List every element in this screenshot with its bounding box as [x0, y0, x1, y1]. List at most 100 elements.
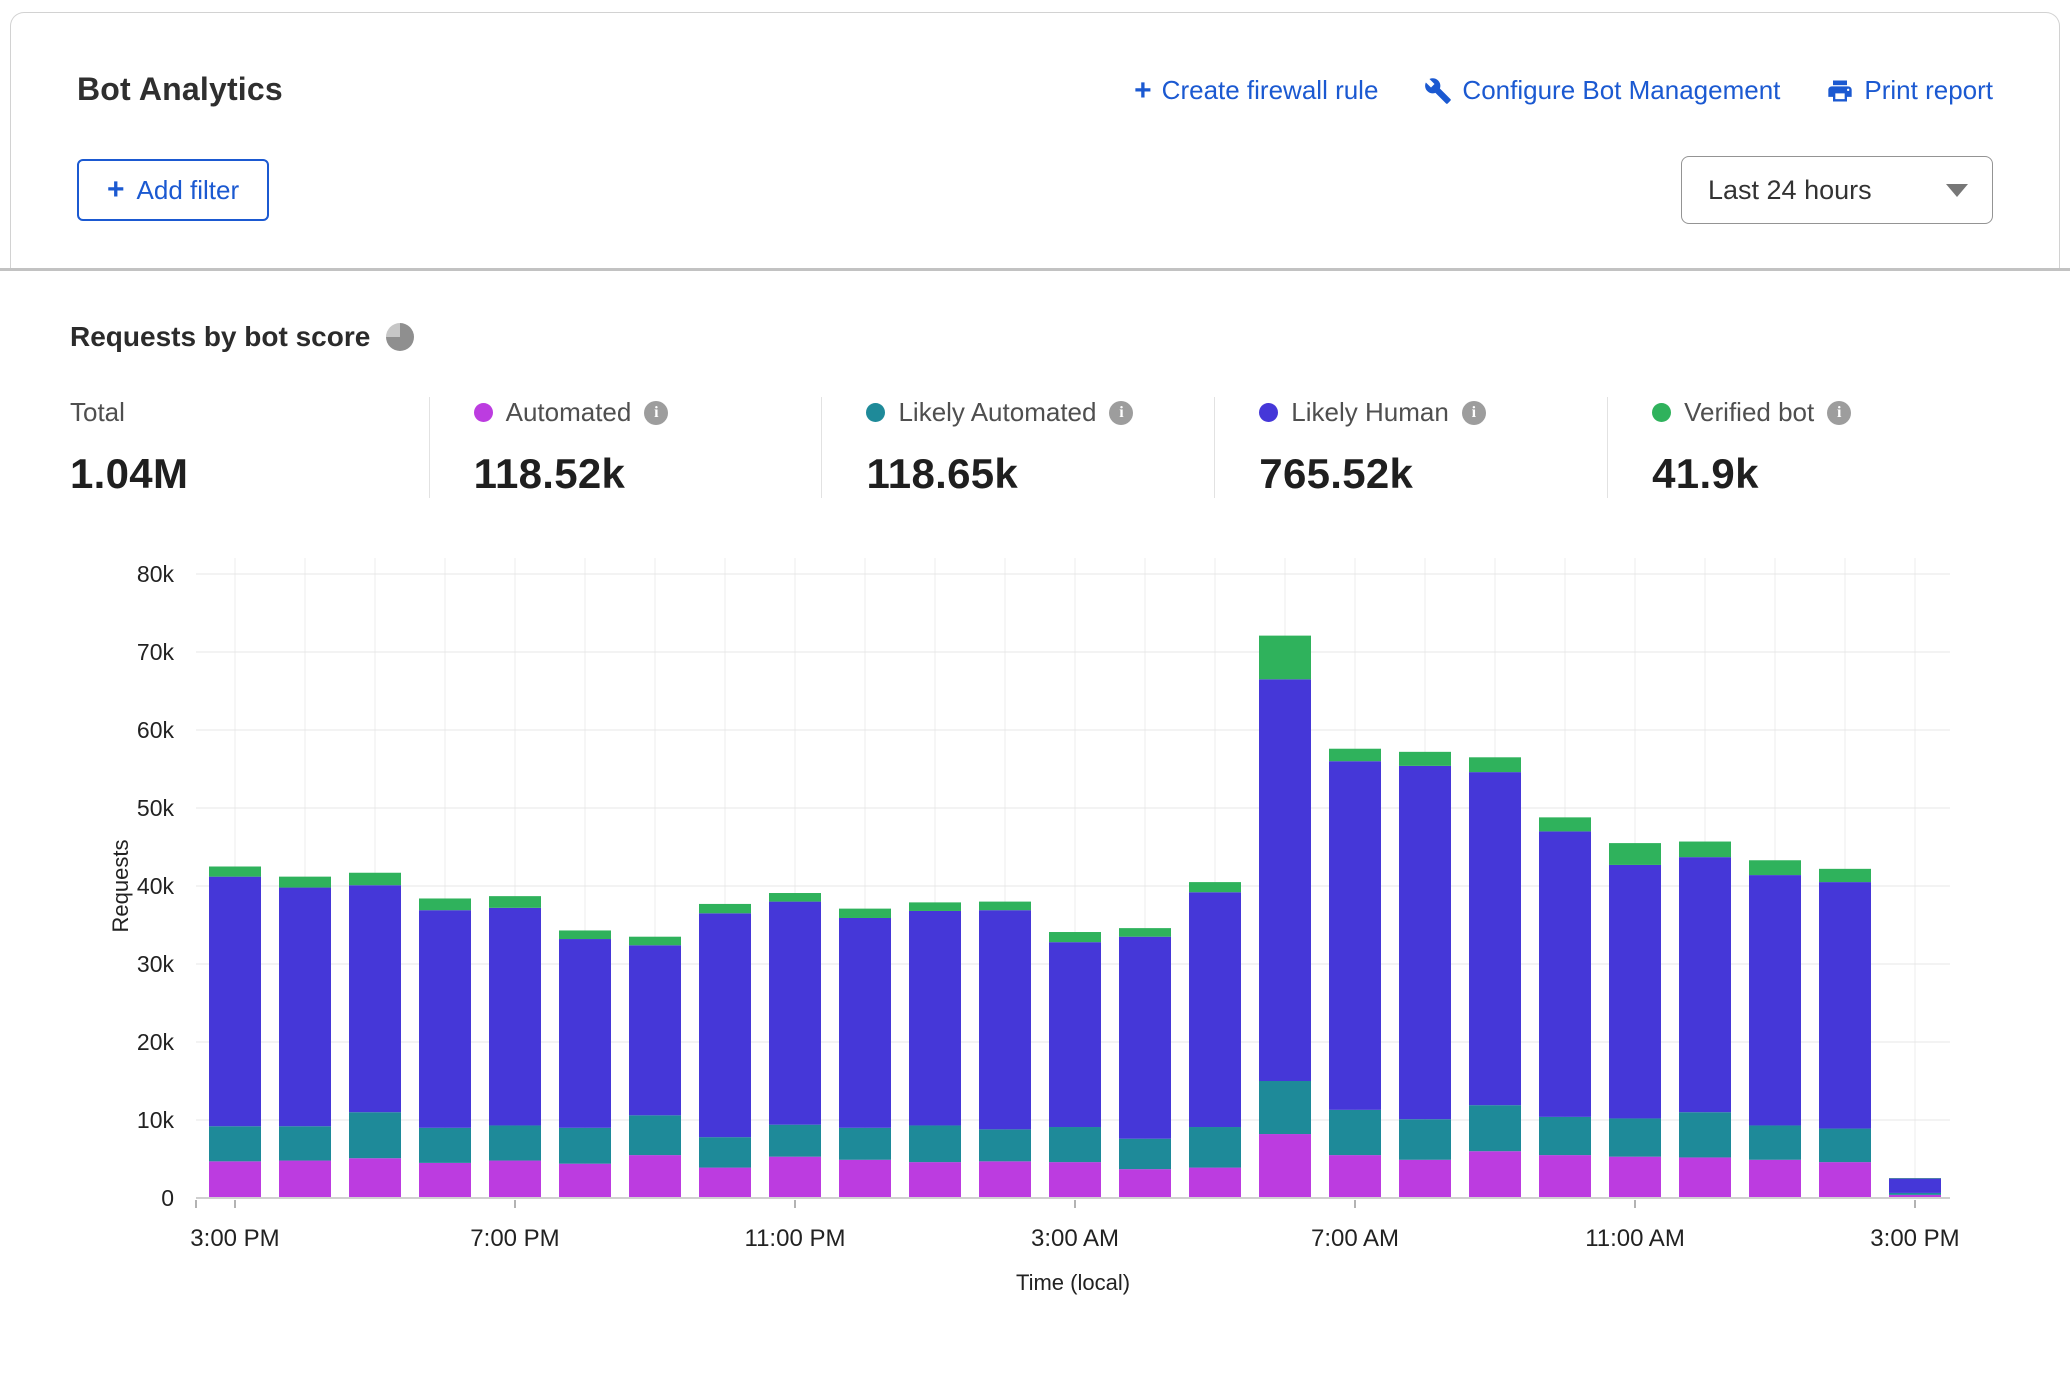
bar-segment-likely-automated[interactable]	[1679, 1112, 1731, 1157]
bar-segment-likely-human[interactable]	[1889, 1179, 1941, 1193]
bar-segment-likely-human[interactable]	[979, 910, 1031, 1129]
bar-segment-verified-bot[interactable]	[909, 902, 961, 911]
bar-segment-automated[interactable]	[1609, 1157, 1661, 1198]
bar-segment-verified-bot[interactable]	[839, 909, 891, 918]
bar-segment-verified-bot[interactable]	[699, 904, 751, 913]
info-icon[interactable]: i	[644, 401, 668, 425]
bar-segment-likely-automated[interactable]	[209, 1126, 261, 1161]
bar-segment-automated[interactable]	[1049, 1162, 1101, 1198]
requests-by-bot-score-chart[interactable]: 010k20k30k40k50k60k70k80k3:00 PM7:00 PM1…	[70, 538, 2020, 1296]
bar-segment-automated[interactable]	[1399, 1160, 1451, 1198]
bar-segment-verified-bot[interactable]	[1399, 752, 1451, 766]
bar-segment-verified-bot[interactable]	[1189, 882, 1241, 892]
bar-segment-automated[interactable]	[559, 1164, 611, 1198]
bar-segment-automated[interactable]	[1469, 1151, 1521, 1198]
bar-segment-likely-automated[interactable]	[1049, 1127, 1101, 1162]
bar-segment-likely-human[interactable]	[1119, 937, 1171, 1139]
bar-segment-likely-automated[interactable]	[1609, 1118, 1661, 1156]
bar-segment-verified-bot[interactable]	[1049, 932, 1101, 942]
bar-segment-automated[interactable]	[979, 1161, 1031, 1198]
bar-segment-automated[interactable]	[1539, 1155, 1591, 1198]
bar-segment-verified-bot[interactable]	[559, 930, 611, 939]
bar-segment-likely-human[interactable]	[1259, 679, 1311, 1081]
bar-segment-automated[interactable]	[1189, 1168, 1241, 1198]
bar-segment-automated[interactable]	[909, 1162, 961, 1198]
bar-segment-likely-automated[interactable]	[419, 1128, 471, 1163]
info-icon[interactable]: i	[1462, 401, 1486, 425]
bar-segment-automated[interactable]	[209, 1161, 261, 1198]
bar-segment-verified-bot[interactable]	[1609, 843, 1661, 865]
bar-segment-automated[interactable]	[1679, 1157, 1731, 1198]
bar-segment-likely-automated[interactable]	[1749, 1125, 1801, 1159]
bar-segment-likely-automated[interactable]	[979, 1129, 1031, 1161]
bar-segment-automated[interactable]	[629, 1155, 681, 1198]
add-filter-button[interactable]: + Add filter	[77, 159, 269, 221]
bar-segment-automated[interactable]	[349, 1158, 401, 1198]
bar-segment-verified-bot[interactable]	[1119, 928, 1171, 937]
bar-segment-likely-human[interactable]	[1399, 766, 1451, 1119]
bar-segment-likely-human[interactable]	[629, 945, 681, 1115]
bar-segment-likely-automated[interactable]	[909, 1125, 961, 1162]
bar-segment-likely-automated[interactable]	[279, 1126, 331, 1160]
bar-segment-likely-human[interactable]	[279, 888, 331, 1127]
bar-segment-likely-human[interactable]	[349, 885, 401, 1112]
bar-segment-likely-human[interactable]	[1609, 865, 1661, 1118]
bar-segment-automated[interactable]	[699, 1168, 751, 1198]
bar-segment-likely-human[interactable]	[1679, 857, 1731, 1112]
print-report-link[interactable]: Print report	[1826, 75, 1993, 106]
bar-segment-likely-automated[interactable]	[349, 1112, 401, 1158]
bar-segment-likely-automated[interactable]	[1819, 1129, 1871, 1163]
bar-segment-likely-human[interactable]	[1189, 892, 1241, 1127]
bar-segment-likely-automated[interactable]	[1329, 1110, 1381, 1155]
bar-segment-automated[interactable]	[279, 1161, 331, 1198]
bar-segment-likely-automated[interactable]	[1399, 1119, 1451, 1160]
bar-segment-likely-human[interactable]	[489, 908, 541, 1126]
bar-segment-verified-bot[interactable]	[489, 896, 541, 908]
bar-segment-automated[interactable]	[489, 1161, 541, 1198]
bar-segment-likely-automated[interactable]	[699, 1137, 751, 1167]
bar-segment-likely-human[interactable]	[419, 910, 471, 1128]
create-firewall-rule-link[interactable]: + Create firewall rule	[1134, 75, 1378, 106]
bar-segment-automated[interactable]	[1119, 1169, 1171, 1198]
bar-segment-likely-automated[interactable]	[629, 1115, 681, 1155]
bar-segment-verified-bot[interactable]	[1679, 842, 1731, 858]
bar-segment-verified-bot[interactable]	[979, 902, 1031, 911]
info-icon[interactable]: i	[1109, 401, 1133, 425]
time-range-select[interactable]: Last 24 hours	[1681, 156, 1993, 224]
bar-segment-likely-automated[interactable]	[769, 1125, 821, 1157]
bar-segment-likely-human[interactable]	[1819, 882, 1871, 1128]
bar-segment-likely-human[interactable]	[209, 877, 261, 1127]
bar-segment-automated[interactable]	[769, 1157, 821, 1198]
bar-segment-likely-human[interactable]	[559, 939, 611, 1128]
bar-segment-verified-bot[interactable]	[769, 893, 821, 902]
bar-segment-automated[interactable]	[1329, 1155, 1381, 1198]
bar-segment-likely-automated[interactable]	[1259, 1081, 1311, 1134]
bar-segment-automated[interactable]	[1749, 1160, 1801, 1198]
bar-segment-verified-bot[interactable]	[419, 898, 471, 910]
bar-segment-automated[interactable]	[1819, 1162, 1871, 1198]
bar-segment-verified-bot[interactable]	[209, 867, 261, 877]
bar-segment-likely-automated[interactable]	[489, 1125, 541, 1160]
bar-segment-automated[interactable]	[419, 1163, 471, 1198]
bar-segment-likely-human[interactable]	[699, 913, 751, 1137]
bar-segment-verified-bot[interactable]	[629, 937, 681, 946]
bar-segment-verified-bot[interactable]	[1749, 860, 1801, 875]
configure-bot-management-link[interactable]: Configure Bot Management	[1424, 75, 1780, 106]
bar-segment-likely-automated[interactable]	[1889, 1193, 1941, 1195]
bar-segment-likely-automated[interactable]	[1189, 1127, 1241, 1168]
bar-segment-likely-human[interactable]	[909, 911, 961, 1126]
bar-segment-verified-bot[interactable]	[279, 877, 331, 888]
bar-segment-verified-bot[interactable]	[1469, 757, 1521, 772]
bar-segment-verified-bot[interactable]	[349, 873, 401, 885]
bar-segment-likely-automated[interactable]	[1539, 1117, 1591, 1155]
bar-segment-likely-automated[interactable]	[839, 1128, 891, 1160]
bar-segment-likely-human[interactable]	[1329, 761, 1381, 1110]
bar-segment-verified-bot[interactable]	[1259, 636, 1311, 680]
bar-segment-verified-bot[interactable]	[1819, 869, 1871, 882]
bar-segment-verified-bot[interactable]	[1329, 749, 1381, 761]
requests-chart[interactable]: 010k20k30k40k50k60k70k80k3:00 PM7:00 PM1…	[70, 538, 2000, 1301]
bar-segment-likely-human[interactable]	[1749, 875, 1801, 1125]
bar-segment-likely-human[interactable]	[1469, 772, 1521, 1105]
bar-segment-automated[interactable]	[1259, 1134, 1311, 1198]
bar-segment-likely-human[interactable]	[839, 918, 891, 1128]
